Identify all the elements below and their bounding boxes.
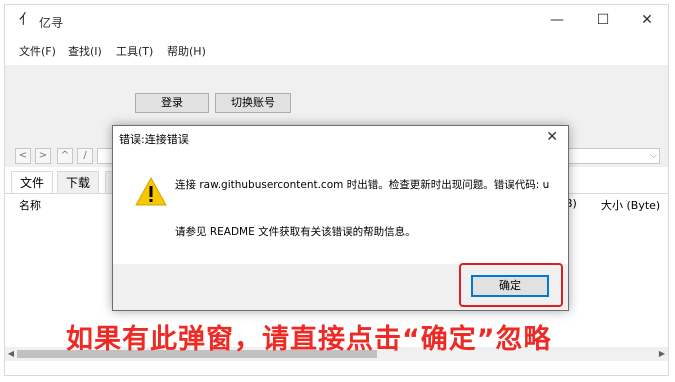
dialog-hint: 请参见 README 文件获取有关该错误的帮助信息。 [175,226,416,238]
scroll-right-icon[interactable]: ▶ [656,347,668,361]
close-button[interactable]: ✕ [625,5,669,35]
up-button[interactable]: ^ [57,148,73,164]
menu-help[interactable]: 帮助(H) [167,43,206,59]
dialog-close-button[interactable]: ✕ [546,129,558,145]
ok-button[interactable]: 确定 [471,275,549,297]
app-title: 亿寻 [39,16,64,30]
root-button[interactable]: / [77,148,93,164]
dialog-message: 连接 raw.githubusercontent.com 时出错。检查更新时出现… [175,179,550,191]
tab-downloads[interactable]: 下载 [57,171,100,193]
login-button[interactable]: 登录 [135,93,209,113]
maximize-button[interactable]: ☐ [581,5,625,35]
dialog-title: 错误:连接错误 [119,133,189,146]
menu-file[interactable]: 文件(F) [19,43,56,59]
forward-button[interactable]: > [35,148,51,164]
back-button[interactable]: < [15,148,31,164]
tab-files[interactable]: 文件 [11,171,54,193]
error-dialog: 错误:连接错误 ✕ 连接 raw.githubusercontent.com 时… [112,125,569,311]
warning-icon [135,176,167,206]
dialog-body: 连接 raw.githubusercontent.com 时出错。检查更新时出现… [113,150,568,264]
column-name[interactable]: 名称 [19,197,41,213]
switch-account-button[interactable]: 切换账号 [215,93,291,113]
chevron-down-icon[interactable]: ⌵ [650,149,657,163]
annotation-caption: 如果有此弹窗，请直接点击“确定”忽略 [66,324,552,355]
menu-tools[interactable]: 工具(T) [116,43,153,59]
app-icon: 亻 [19,12,33,28]
scroll-left-icon[interactable]: ◀ [5,347,17,361]
menu-find[interactable]: 查找(I) [68,43,102,59]
dialog-title-bar: 错误:连接错误 ✕ [113,126,568,150]
title-bar: 亻 亿寻 — ☐ ✕ [5,5,668,35]
column-size[interactable]: 大小 (Byte) [601,197,660,213]
minimize-button[interactable]: — [535,5,579,35]
